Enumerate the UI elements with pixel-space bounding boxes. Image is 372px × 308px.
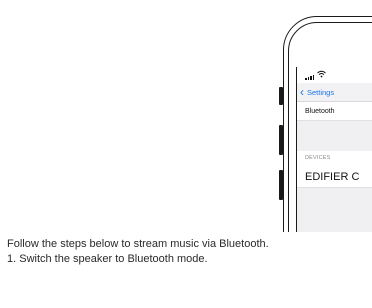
chevron-left-icon[interactable]: ‹ bbox=[300, 86, 304, 98]
phone-screen: ‹ Settings Bluetooth DEVICES EDIFIER C bbox=[296, 67, 372, 232]
mute-switch bbox=[279, 87, 283, 105]
phone-illustration: ‹ Settings Bluetooth DEVICES EDIFIER C bbox=[0, 0, 372, 232]
volume-down-button bbox=[279, 170, 283, 200]
device-row-edifier[interactable]: EDIFIER C bbox=[297, 165, 372, 188]
signal-bars-icon bbox=[305, 75, 315, 80]
instructions-intro: Follow the steps below to stream music v… bbox=[7, 238, 269, 250]
volume-up-button bbox=[279, 125, 283, 155]
instructions-text: Follow the steps below to stream music v… bbox=[7, 237, 269, 267]
nav-bar: ‹ Settings bbox=[297, 83, 372, 102]
devices-section-header: DEVICES bbox=[305, 155, 331, 161]
bluetooth-row[interactable]: Bluetooth bbox=[297, 102, 372, 121]
instructions-step-1: 1. Switch the speaker to Bluetooth mode. bbox=[7, 253, 208, 265]
status-bar bbox=[297, 67, 372, 83]
wifi-icon bbox=[317, 70, 326, 80]
list-background bbox=[297, 188, 372, 232]
bluetooth-row-label: Bluetooth bbox=[305, 108, 335, 115]
device-name: EDIFIER C bbox=[305, 171, 360, 183]
section-spacer bbox=[297, 121, 372, 151]
back-button-settings[interactable]: Settings bbox=[307, 88, 334, 97]
